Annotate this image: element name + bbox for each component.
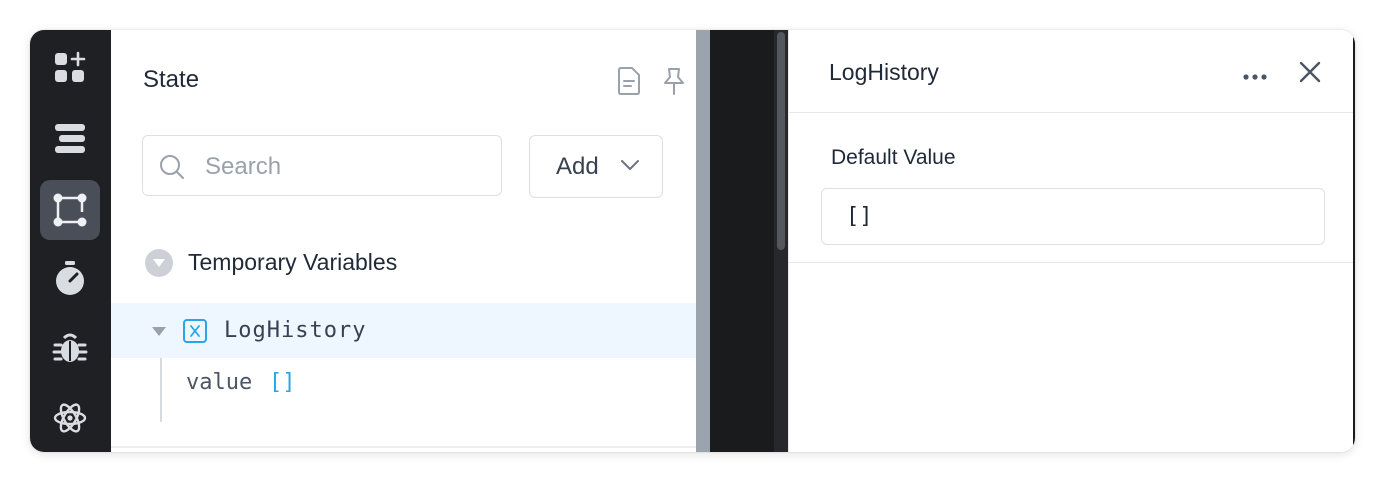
state-panel: State Search Add Temporary Variables Log…: [111, 30, 696, 452]
section-collapse-toggle[interactable]: [145, 249, 173, 277]
default-value-field[interactable]: []: [821, 188, 1325, 245]
timer-button[interactable]: [40, 248, 100, 308]
tree-guide: [160, 358, 162, 422]
add-dropdown-button[interactable]: Add: [529, 135, 663, 198]
document-icon: [618, 67, 640, 95]
divider: [111, 446, 696, 448]
window-edge: [1353, 30, 1355, 452]
variable-name: LogHistory: [224, 318, 367, 343]
debug-button[interactable]: [40, 318, 100, 378]
add-component-button[interactable]: [40, 38, 100, 98]
scrollbar-thumb[interactable]: [777, 32, 785, 250]
variable-type-icon: [183, 319, 207, 343]
docs-button[interactable]: [616, 66, 642, 101]
more-options-button[interactable]: [1243, 68, 1267, 86]
layers-button[interactable]: [40, 108, 100, 168]
list-layers-icon: [55, 124, 85, 153]
divider: [789, 262, 1355, 263]
section-heading: Temporary Variables: [188, 249, 398, 275]
variable-row[interactable]: LogHistory: [111, 303, 696, 358]
add-component-icon: [55, 51, 86, 82]
search-input[interactable]: Search: [142, 135, 502, 196]
panel-resize-handle[interactable]: [696, 30, 710, 452]
react-button[interactable]: [40, 388, 100, 448]
panel-title: State: [143, 66, 200, 93]
search-placeholder: Search: [205, 153, 282, 180]
divider: [789, 112, 1355, 113]
more-horizontal-icon: [1243, 74, 1267, 80]
add-label: Add: [556, 153, 599, 180]
icon-rail: [30, 30, 111, 452]
state-graph-icon: [53, 193, 87, 227]
scrollbar[interactable]: [774, 30, 788, 452]
state-button[interactable]: [40, 180, 100, 240]
app-window: State Search Add Temporary Variables Log…: [30, 30, 1355, 452]
close-button[interactable]: [1299, 61, 1321, 88]
inspector-title: LogHistory: [829, 59, 939, 85]
bug-icon: [52, 333, 88, 362]
caret-down-icon[interactable]: [151, 326, 167, 338]
react-atom-icon: [53, 403, 87, 433]
close-icon: [1299, 61, 1321, 83]
default-value-text: []: [846, 204, 873, 229]
chevron-down-icon: [621, 160, 639, 170]
pin-icon: [664, 68, 684, 95]
search-icon: [160, 155, 184, 179]
pin-button[interactable]: [661, 66, 687, 101]
variable-value: []: [269, 370, 296, 395]
inspector-panel: LogHistory Default Value []: [788, 30, 1355, 452]
caret-down-icon: [153, 259, 165, 267]
stopwatch-icon: [56, 261, 84, 295]
default-value-label: Default Value: [831, 146, 956, 169]
variable-key: value: [186, 370, 253, 395]
